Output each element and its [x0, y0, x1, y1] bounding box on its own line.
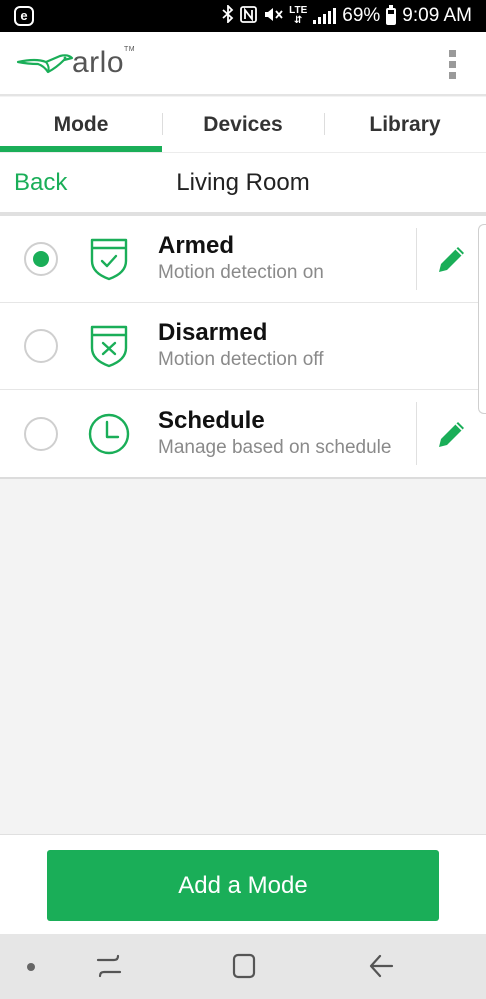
add-mode-button[interactable]: Add a Mode [47, 850, 439, 921]
shield-x-icon [90, 325, 128, 368]
edit-armed-button[interactable] [416, 228, 486, 290]
mode-row-disarmed[interactable]: Disarmed Motion detection off [0, 303, 486, 390]
kebab-menu-icon[interactable] [449, 50, 456, 79]
mode-title: Disarmed [158, 319, 268, 346]
dot-icon [27, 963, 35, 971]
radio-armed[interactable] [24, 242, 58, 276]
battery-icon [386, 4, 397, 25]
radio-disarmed[interactable] [24, 329, 58, 363]
pencil-icon [438, 421, 464, 447]
mode-list: Armed Motion detection on Disarmed Motio… [0, 216, 486, 479]
scroll-indicator[interactable] [478, 224, 486, 414]
mode-row-armed[interactable]: Armed Motion detection on [0, 216, 486, 303]
lte-icon: LTE ⇵ [289, 5, 308, 26]
battery-percent: 69% [342, 5, 381, 26]
edit-schedule-button[interactable] [416, 402, 486, 465]
clock-time: 9:09 AM [402, 5, 472, 26]
app-notification-icon: e [14, 6, 34, 26]
mode-description: Motion detection on [158, 262, 324, 283]
clock-icon [88, 413, 130, 454]
hummingbird-logo-icon [16, 54, 74, 74]
signal-icon [313, 8, 337, 24]
logo-trademark: TM [124, 46, 136, 53]
home-icon[interactable] [231, 952, 257, 980]
tab-mode[interactable]: Mode [0, 97, 162, 152]
location-header: Back Living Room [0, 152, 486, 216]
back-arrow-icon[interactable] [368, 952, 394, 980]
mode-title: Armed [158, 232, 235, 259]
tab-library[interactable]: Library [324, 97, 486, 152]
logo-text: arloTM [72, 46, 135, 80]
mode-description: Manage based on schedule [158, 436, 392, 458]
tab-devices[interactable]: Devices [162, 97, 324, 152]
system-nav-bar [0, 934, 486, 999]
recent-apps-icon[interactable] [96, 952, 122, 980]
page-title: Living Room [176, 168, 310, 196]
shield-check-icon [90, 238, 128, 281]
mode-row-schedule[interactable]: Schedule Manage based on schedule [0, 390, 486, 477]
tab-bar: Mode Devices Library [0, 97, 486, 152]
lte-label: LTE [289, 5, 308, 16]
status-bar: e LTE ⇵ 69% 9:09 AM [0, 0, 486, 32]
mode-description: Motion detection off [158, 349, 324, 370]
pencil-icon [438, 247, 464, 272]
bottom-action-panel: Add a Mode [0, 834, 486, 934]
mode-title: Schedule [158, 406, 265, 434]
nfc-icon [240, 5, 257, 27]
radio-schedule[interactable] [24, 416, 58, 451]
bluetooth-icon [222, 3, 234, 27]
app-header: arloTM [0, 32, 486, 96]
mute-icon [263, 6, 283, 27]
arlo-logo: arloTM [16, 46, 135, 80]
logo-wordmark: arlo [72, 46, 125, 79]
